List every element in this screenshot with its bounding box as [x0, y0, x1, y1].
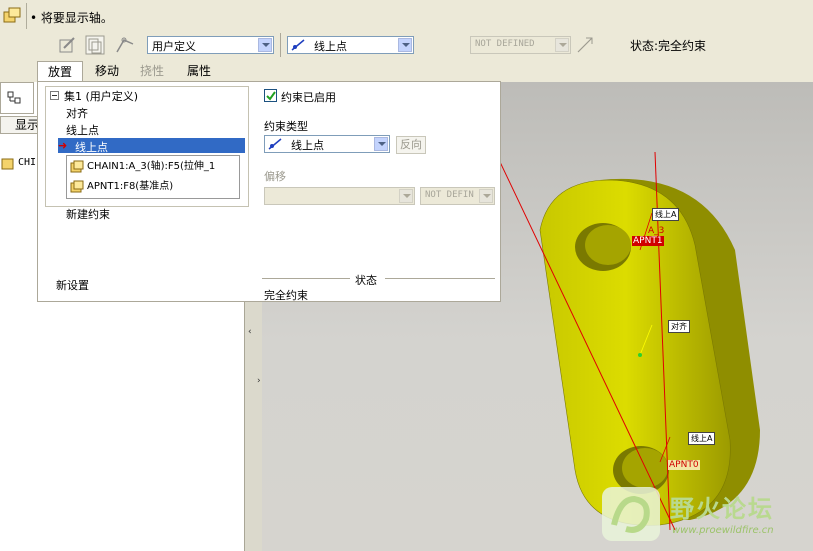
reference-label: APNT1:F8(基准点) — [87, 181, 174, 192]
part-icon — [70, 180, 84, 193]
constraint-set[interactable]: 集1 (用户定义) — [64, 88, 138, 104]
constraint-item[interactable]: 线上点 — [66, 122, 99, 138]
chevron-right-icon[interactable]: › — [257, 376, 261, 386]
flip-button[interactable]: 反向 — [396, 136, 426, 154]
watermark-logo — [602, 487, 660, 541]
tab-placement[interactable]: 放置 — [37, 61, 83, 82]
offset-unit-value: NOT DEFIN — [425, 190, 474, 200]
status-text: 状态:完全约束 — [630, 39, 707, 53]
divider — [262, 278, 350, 279]
status-group-label: 状态 — [355, 274, 377, 287]
datum-point-label: APNT0 — [668, 460, 700, 470]
point-on-line-icon — [291, 39, 305, 51]
divider — [385, 278, 495, 279]
constraint-type-dropdown[interactable]: 线上点 — [264, 135, 390, 153]
message-line: • 将要显示轴。 — [30, 11, 113, 25]
part-icon — [70, 160, 84, 173]
edit-constraint-icon[interactable] — [56, 34, 78, 56]
chevron-left-icon[interactable]: ‹ — [248, 327, 252, 337]
datum-point-label: APNT1 — [632, 236, 664, 246]
constraint-item-label: 线上点 — [75, 141, 108, 154]
show-button[interactable]: 显示 — [0, 116, 40, 134]
new-set-link[interactable]: 新设置 — [56, 277, 89, 293]
axis-label: A_3 — [648, 226, 665, 236]
reference-item[interactable]: APNT1:F8(基准点) — [69, 178, 237, 196]
constraint-item[interactable]: 对齐 — [66, 105, 88, 121]
check-icon — [266, 91, 276, 101]
reference-label: CHAIN1:A_3(轴):F5(拉伸_1 — [87, 161, 216, 172]
chevron-down-icon — [479, 189, 493, 203]
constraint-tag-bottom[interactable]: 线上A — [688, 432, 716, 445]
chevron-down-icon — [555, 38, 569, 52]
model-tree-tab[interactable] — [0, 82, 34, 114]
message-text: 将要显示轴。 — [40, 11, 113, 25]
watermark: 野火论坛 www.proewildfire.cn — [600, 485, 807, 545]
constraint-type-value: 线上点 — [291, 139, 324, 152]
set-type-value: 用户定义 — [152, 40, 196, 53]
chevron-down-icon — [258, 38, 272, 52]
assembly-icon — [1, 158, 14, 170]
tab-properties[interactable]: 属性 — [184, 61, 214, 81]
chevron-down-icon — [399, 189, 413, 203]
constraint-tag-top[interactable]: 线上A — [652, 208, 680, 221]
chevron-down-icon — [374, 137, 388, 151]
set-type-select[interactable]: 用户定义 — [147, 36, 274, 54]
copy-icon[interactable] — [84, 34, 106, 56]
point-on-line-icon — [268, 138, 282, 150]
status-value: 完全约束 — [264, 289, 308, 302]
offset-value: NOT DEFINED — [475, 39, 535, 49]
offset-unit-select[interactable]: NOT DEFIN — [420, 187, 495, 205]
tree-item-root[interactable]: CHI — [18, 157, 36, 168]
constraint-enabled-checkbox[interactable] — [264, 89, 277, 102]
constraint-type-value: 线上点 — [314, 40, 347, 53]
chevron-down-icon — [398, 38, 412, 52]
offset-input[interactable] — [264, 187, 415, 205]
tab-flexibility[interactable]: 挠性 — [137, 61, 167, 81]
constraint-type-select[interactable]: 线上点 — [287, 36, 414, 54]
reference-list: CHAIN1:A_3(轴):F5(拉伸_1 APNT1:F8(基准点) — [66, 155, 240, 199]
mechanism-icon[interactable] — [114, 34, 136, 56]
separator — [280, 33, 281, 57]
collapse-icon[interactable] — [50, 91, 59, 100]
reference-item[interactable]: CHAIN1:A_3(轴):F5(拉伸_1 — [69, 158, 237, 176]
constraint-enabled-label: 约束已启用 — [281, 91, 336, 104]
constraint-item-selected[interactable]: ➜ 线上点 — [58, 138, 245, 154]
arrow-right-icon: ➜ — [58, 139, 68, 152]
new-constraint-link[interactable]: 新建约束 — [66, 206, 110, 222]
watermark-title: 野火论坛 — [670, 495, 774, 523]
assembly-icon — [3, 7, 21, 23]
offset-select[interactable]: NOT DEFINED — [470, 36, 571, 54]
constraint-type-label: 约束类型 — [264, 120, 308, 133]
watermark-url: www.proewildfire.cn — [672, 525, 774, 536]
flip-direction-icon[interactable] — [576, 36, 594, 54]
dashboard: • 将要显示轴。 用户定义 线上点 NOT DEFINED 状态:完全约束 放置… — [0, 0, 813, 82]
offset-label: 偏移 — [264, 170, 286, 183]
separator — [26, 3, 27, 29]
constraint-tag-align[interactable]: 对齐 — [668, 320, 690, 333]
model-tree-icon — [7, 91, 21, 104]
tab-move[interactable]: 移动 — [92, 61, 122, 81]
